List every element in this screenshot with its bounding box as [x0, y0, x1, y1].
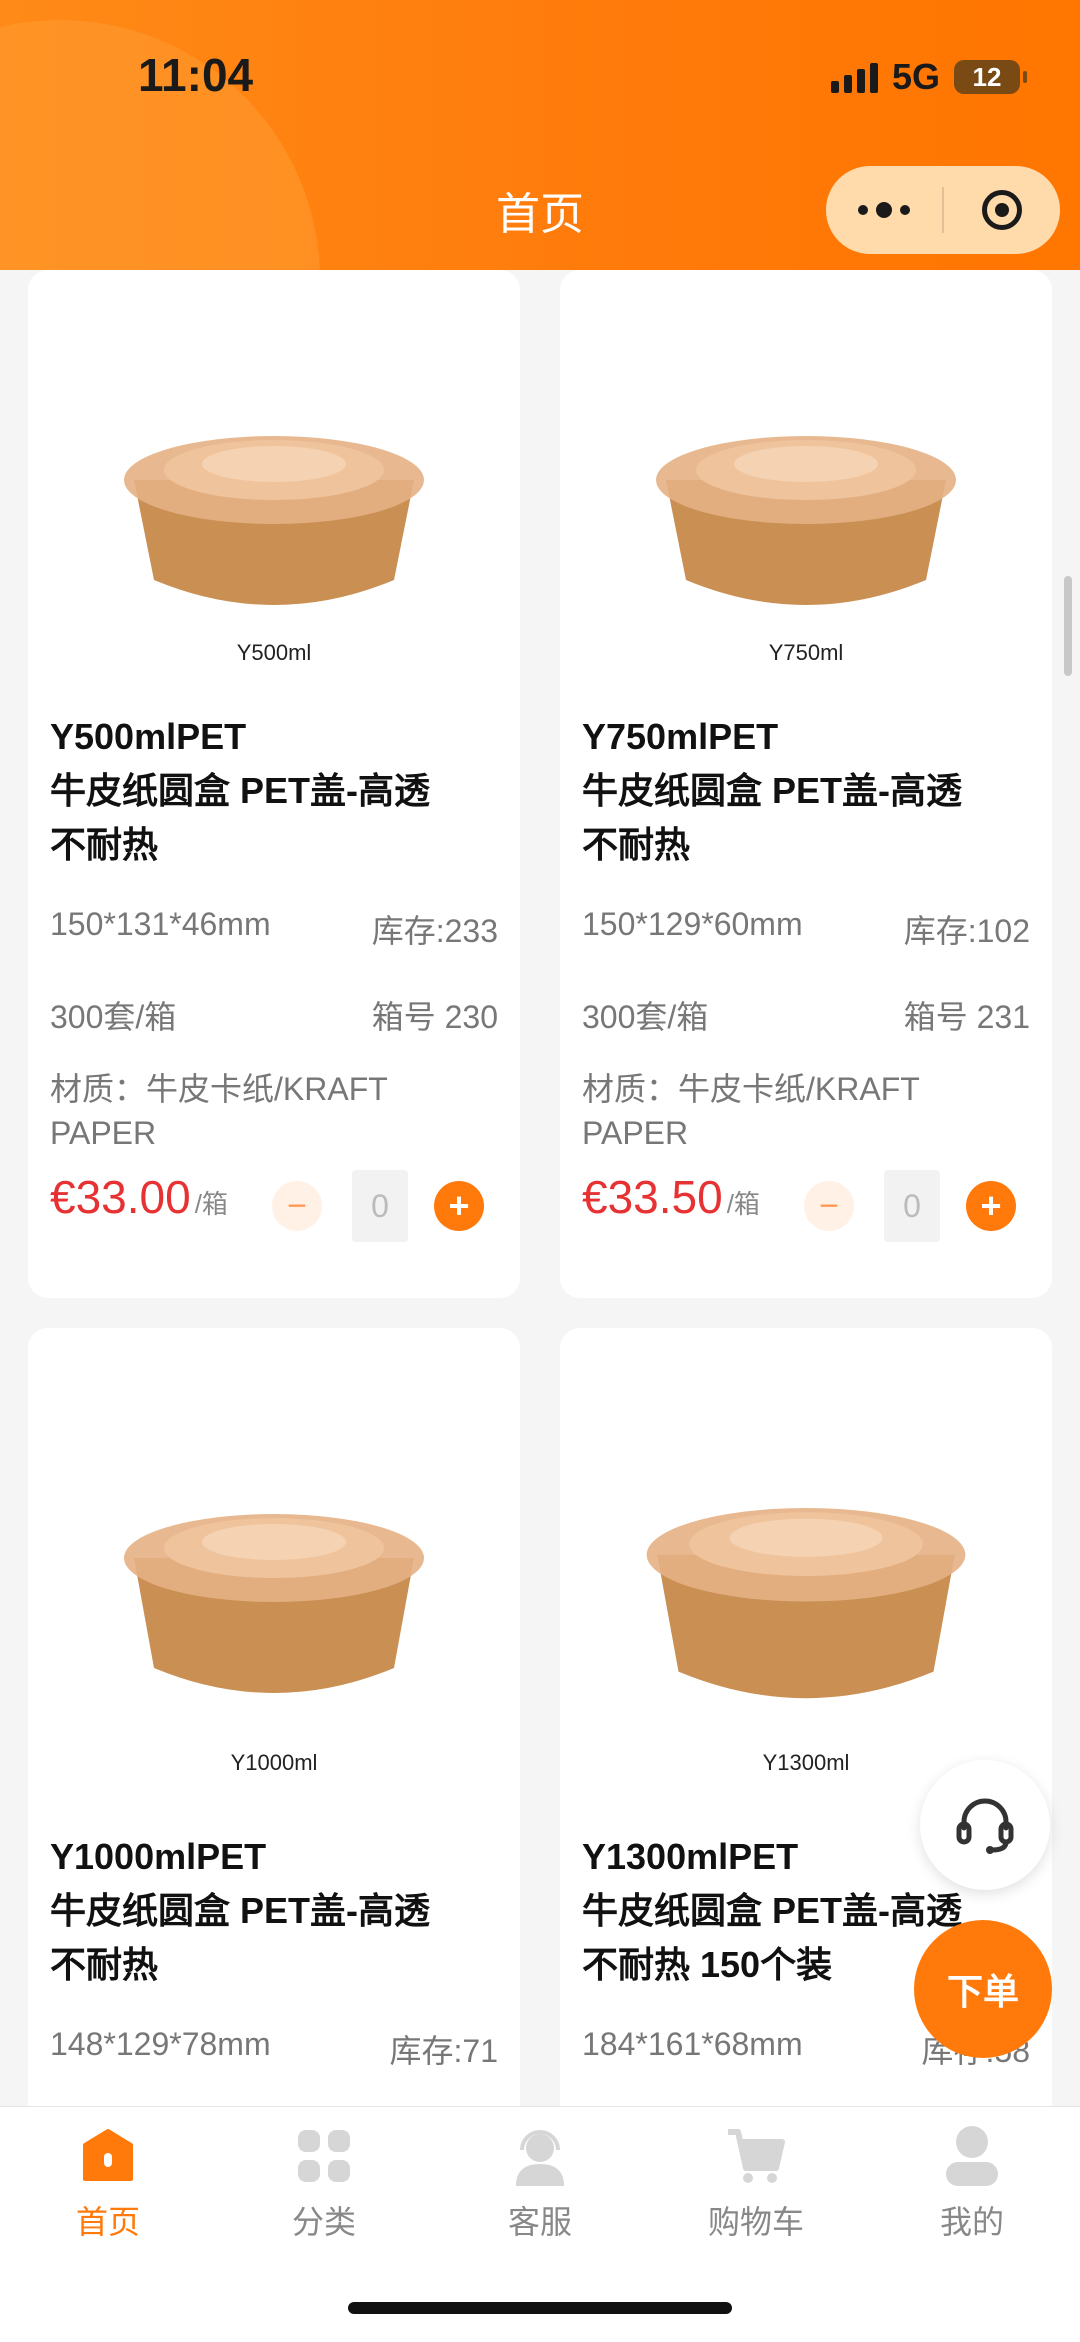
increase-button[interactable]: + — [434, 1181, 484, 1231]
title-line: 牛皮纸圆盒 PET盖-高透 — [50, 770, 431, 811]
product-size: 150*129*60mm — [582, 906, 803, 942]
battery-level: 12 — [972, 61, 1002, 92]
product-box-number: 箱号 230 — [371, 999, 498, 1035]
home-indicator — [348, 2302, 732, 2314]
product-card[interactable]: Y500ml Y500mlPET 牛皮纸圆盒 PET盖-高透 不耐热 150*1… — [28, 270, 520, 1298]
top-header: 11:04 5G 12 首页 — [0, 0, 1080, 270]
title-line: Y750mlPET — [582, 716, 779, 757]
product-pack: 300套/箱 — [582, 999, 709, 1035]
user-icon — [946, 2126, 998, 2186]
headset-icon — [956, 1798, 1014, 1854]
spec-row: 300套/箱 箱号 230 — [28, 992, 520, 1038]
signal-icon — [830, 61, 878, 93]
product-size: 150*131*46mm — [50, 906, 271, 942]
more-dots-icon — [858, 202, 910, 218]
spec-row: 300套/箱 箱号 231 — [560, 992, 1052, 1038]
tab-cart[interactable]: 购物车 — [666, 2121, 846, 2243]
tab-category[interactable]: 分类 — [234, 2121, 414, 2243]
product-pack: 300套/箱 — [50, 999, 177, 1035]
increase-button[interactable]: + — [966, 1181, 1016, 1231]
title-line: Y500mlPET — [50, 716, 247, 757]
product-image[interactable]: Y1300ml — [560, 1328, 1052, 1808]
headset-person-icon — [516, 2130, 564, 2186]
product-stock: 库存:102 — [903, 913, 1030, 949]
image-size-label: Y500ml — [236, 640, 312, 665]
title-line: Y1000mlPET — [50, 1836, 267, 1877]
more-button[interactable] — [826, 166, 942, 254]
material-line: 材质：牛皮卡纸/KRAFT — [50, 1071, 388, 1107]
kraft-bowl-image — [124, 1514, 424, 1693]
status-indicators: 5G 12 — [830, 56, 1027, 98]
product-size: 184*161*68mm — [582, 2026, 803, 2062]
product-image[interactable]: Y1000ml — [28, 1328, 520, 1808]
home-icon — [83, 2129, 133, 2181]
title-line: 不耐热 — [50, 824, 159, 865]
scrollbar[interactable] — [1064, 576, 1072, 676]
place-order-button[interactable]: 下单 — [914, 1920, 1052, 2058]
product-price: €33.00 — [50, 1171, 191, 1223]
tab-customer-service[interactable]: 客服 — [450, 2121, 630, 2243]
image-size-label: Y750ml — [768, 640, 844, 665]
product-grid[interactable]: Y500ml Y500mlPET 牛皮纸圆盒 PET盖-高透 不耐热 150*1… — [0, 270, 1080, 2106]
title-line: 不耐热 — [50, 1944, 159, 1985]
quantity-input[interactable]: 0 — [884, 1170, 940, 1242]
quantity-stepper[interactable]: − 0 + — [272, 1170, 484, 1242]
tab-label: 首页 — [75, 2204, 140, 2240]
miniprogram-capsule — [826, 166, 1060, 254]
decrease-button[interactable]: − — [804, 1181, 854, 1231]
product-title: Y1000mlPET 牛皮纸圆盒 PET盖-高透 不耐热 — [28, 1830, 520, 1992]
status-time: 11:04 — [138, 49, 254, 101]
title-line: 牛皮纸圆盒 PET盖-高透 — [582, 770, 963, 811]
customer-service-button[interactable] — [920, 1760, 1050, 1890]
kraft-bowl-image — [656, 436, 956, 605]
product-stock: 库存:71 — [389, 2033, 499, 2069]
tab-label: 客服 — [507, 2204, 572, 2240]
spec-row: 148*129*78mm 库存:71 — [28, 2026, 520, 2072]
tab-home[interactable]: 首页 — [18, 2121, 198, 2243]
product-card[interactable]: Y1000ml Y1000mlPET 牛皮纸圆盒 PET盖-高透 不耐热 148… — [28, 1328, 520, 2106]
product-price: €33.50 — [582, 1171, 723, 1223]
close-miniprogram-button[interactable] — [944, 166, 1060, 254]
price-unit: /箱 — [194, 1188, 228, 1219]
product-stock: 库存:233 — [371, 913, 498, 949]
grid-icon — [298, 2130, 350, 2182]
spec-row: 150*131*46mm 库存:233 — [28, 906, 520, 952]
product-image[interactable]: Y750ml — [560, 270, 1052, 690]
title-line: 不耐热 — [582, 824, 691, 865]
product-title: Y500mlPET 牛皮纸圆盒 PET盖-高透 不耐热 — [28, 710, 520, 872]
spec-row: 150*129*60mm 库存:102 — [560, 906, 1052, 952]
product-material: 材质：牛皮卡纸/KRAFT PAPER — [28, 1064, 520, 1158]
network-type: 5G — [891, 56, 940, 97]
target-icon — [982, 190, 1022, 230]
material-line: PAPER — [582, 1115, 689, 1151]
product-box-number: 箱号 231 — [903, 999, 1030, 1035]
title-line: 牛皮纸圆盒 PET盖-高透 — [50, 1890, 431, 1931]
kraft-bowl-image — [646, 1508, 966, 1699]
material-line: 材质：牛皮卡纸/KRAFT — [582, 1071, 920, 1107]
product-card[interactable]: Y750ml Y750mlPET 牛皮纸圆盒 PET盖-高透 不耐热 150*1… — [560, 270, 1052, 1298]
product-title: Y750mlPET 牛皮纸圆盒 PET盖-高透 不耐热 — [560, 710, 1052, 872]
product-material: 材质：牛皮卡纸/KRAFT PAPER — [560, 1064, 1052, 1158]
quantity-input[interactable]: 0 — [352, 1170, 408, 1242]
kraft-bowl-image — [124, 436, 424, 605]
quantity-stepper[interactable]: − 0 + — [804, 1170, 1016, 1242]
tab-label: 分类 — [291, 2204, 356, 2240]
image-size-label: Y1000ml — [230, 1750, 318, 1775]
tab-label: 我的 — [939, 2204, 1004, 2240]
cart-icon — [728, 2129, 785, 2183]
tab-label: 购物车 — [707, 2204, 804, 2240]
product-size: 148*129*78mm — [50, 2026, 271, 2062]
battery-icon: 12 — [954, 60, 1027, 94]
material-line: PAPER — [50, 1115, 157, 1151]
tab-profile[interactable]: 我的 — [882, 2121, 1062, 2243]
price-unit: /箱 — [726, 1188, 760, 1219]
product-image[interactable]: Y500ml — [28, 270, 520, 690]
decrease-button[interactable]: − — [272, 1181, 322, 1231]
